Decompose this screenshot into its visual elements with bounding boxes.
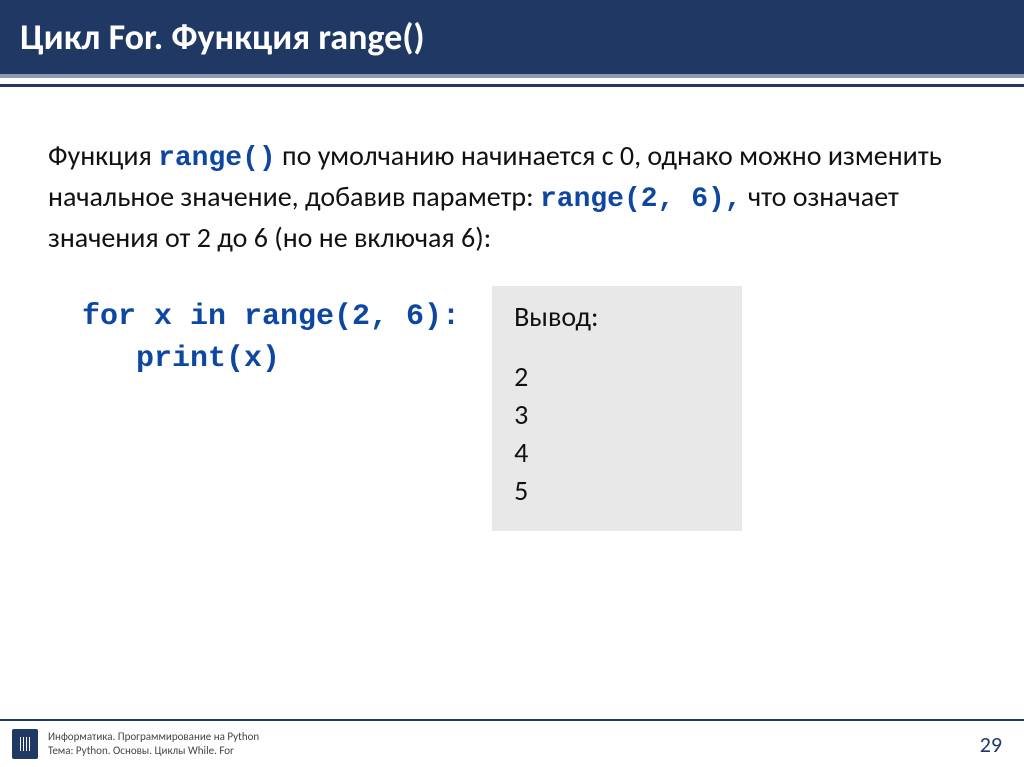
output-box: Вывод: 2 3 4 5 [492,286,742,531]
logo-icon [12,729,38,759]
code-block: for x in range(2, 6): print(x) [48,286,460,380]
output-line: 4 [514,434,720,472]
inline-code: range() [158,143,276,174]
inline-code: range(2, 6), [540,184,742,215]
slide-header: Цикл For. Функция range() [0,0,1024,78]
slide-footer: Информатика. Программирование на Python … [0,719,1024,767]
footer-line1: Информатика. Программирование на Python [48,730,259,744]
footer-text: Информатика. Программирование на Python … [48,730,259,758]
output-title: Вывод: [514,298,720,336]
body-paragraph: Функция range() по умолчанию начинается … [48,137,976,256]
footer-left: Информатика. Программирование на Python … [12,729,259,759]
footer-line2: Тема: Python. Основы. Циклы While. For [48,744,259,758]
output-line: 2 [514,358,720,396]
slide-title: Цикл For. Функция range() [20,15,425,59]
slide-content: Функция range() по умолчанию начинается … [0,87,1024,531]
code-output-row: for x in range(2, 6): print(x) Вывод: 2 … [48,286,976,531]
output-line: 5 [514,472,720,510]
text-fragment: Функция [48,138,158,173]
output-line: 3 [514,396,720,434]
slide-number: 29 [980,731,1002,758]
